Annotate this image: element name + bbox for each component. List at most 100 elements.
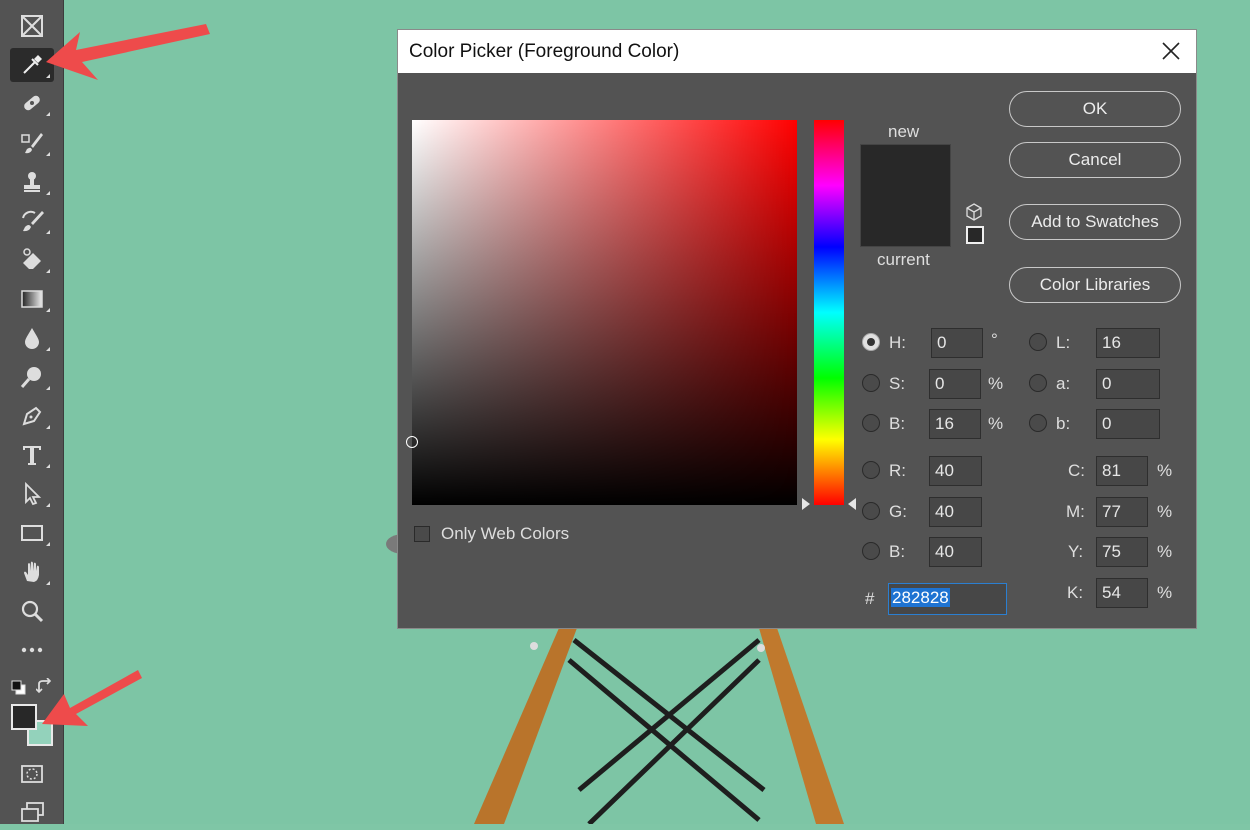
saturation-unit: % [988, 374, 1004, 393]
brightness-field[interactable]: 16 [929, 409, 981, 439]
history-brush-icon [22, 210, 44, 232]
default-colors-button[interactable] [11, 680, 27, 696]
brightness-label: B: [889, 414, 906, 433]
cancel-button[interactable]: Cancel [1009, 142, 1181, 178]
web-safe-swatch-icon[interactable] [966, 226, 984, 244]
screen-mode-button[interactable] [10, 796, 54, 830]
blue-label: B: [889, 542, 906, 561]
current-color-label: current [877, 250, 930, 269]
b-channel-label: b: [1056, 414, 1071, 433]
b-channel-radio[interactable] [1029, 414, 1047, 432]
blue-radio[interactable] [862, 542, 880, 560]
eraser-tool[interactable] [10, 243, 54, 277]
hand-icon [24, 561, 39, 582]
history-brush-tool[interactable] [10, 204, 54, 238]
red-radio[interactable] [862, 461, 880, 479]
annotation-arrow-eyedropper [46, 24, 210, 80]
yellow-label: Y: [1068, 542, 1084, 561]
hue-slider-handle-left[interactable] [800, 497, 812, 511]
a-channel-radio[interactable] [1029, 374, 1047, 392]
black-label: K: [1067, 583, 1084, 602]
dialog-title: Color Picker (Foreground Color) [409, 40, 680, 62]
saturation-radio[interactable] [862, 374, 880, 392]
yellow-field[interactable]: 75 [1096, 537, 1148, 567]
stamp-icon [24, 172, 40, 192]
hue-unit: ° [991, 330, 998, 349]
new-color-swatch [860, 144, 951, 196]
magenta-label: M: [1066, 502, 1085, 521]
brush-tool[interactable] [10, 126, 54, 160]
black-unit: % [1157, 583, 1173, 602]
only-web-colors-checkbox[interactable] [414, 526, 430, 542]
red-label: R: [889, 461, 906, 480]
selection-arrow-icon [25, 481, 42, 506]
only-web-colors-label: Only Web Colors [441, 524, 570, 543]
brush-icon [21, 133, 43, 154]
hex-field[interactable]: 282828 [888, 583, 1007, 615]
color-libraries-button[interactable]: Color Libraries [1009, 267, 1181, 303]
new-color-label: new [888, 122, 920, 141]
current-color-swatch[interactable] [860, 196, 951, 247]
zoom-icon [21, 600, 44, 623]
b-channel-field[interactable]: 0 [1096, 409, 1160, 439]
close-icon[interactable] [1160, 40, 1182, 62]
color-picker-dialog: Color Picker (Foreground Color) new curr… [397, 29, 1197, 629]
blur-tool[interactable] [10, 321, 54, 355]
gradient-icon [21, 290, 43, 308]
default-colors-icon [11, 680, 26, 695]
type-icon [23, 446, 41, 465]
ok-button[interactable]: OK [1009, 91, 1181, 127]
pen-icon [22, 406, 42, 426]
foreground-color-swatch[interactable] [11, 704, 37, 730]
clone-stamp-tool[interactable] [10, 165, 54, 199]
hue-field[interactable]: 0 [931, 328, 983, 358]
dodge-tool[interactable] [10, 360, 54, 394]
hand-tool[interactable] [10, 555, 54, 589]
path-selection-tool[interactable] [10, 477, 54, 511]
eraser-icon [23, 248, 41, 269]
annotation-arrow-foreground [42, 670, 142, 726]
cyan-unit: % [1157, 461, 1173, 480]
color-field-cursor[interactable] [406, 436, 418, 448]
saturation-field[interactable]: 0 [929, 369, 981, 399]
lightness-label: L: [1056, 333, 1071, 352]
magenta-field[interactable]: 77 [1096, 497, 1148, 527]
quick-mask-button[interactable] [10, 757, 54, 791]
saturation-label: S: [889, 374, 906, 393]
dialog-titlebar[interactable]: Color Picker (Foreground Color) [398, 30, 1196, 73]
green-label: G: [889, 502, 907, 521]
quick-mask-icon [21, 765, 43, 783]
green-field[interactable]: 40 [929, 497, 982, 527]
a-channel-field[interactable]: 0 [1096, 369, 1160, 399]
lightness-field[interactable]: 16 [1096, 328, 1160, 358]
dodge-icon [20, 367, 41, 388]
brightness-radio[interactable] [862, 414, 880, 432]
black-field[interactable]: 54 [1096, 578, 1148, 608]
blue-field[interactable]: 40 [929, 537, 982, 567]
cyan-field[interactable]: 81 [1096, 456, 1148, 486]
add-to-swatches-button[interactable]: Add to Swatches [1009, 204, 1181, 240]
screen-mode-icon [21, 802, 44, 822]
green-radio[interactable] [862, 502, 880, 520]
type-tool[interactable] [10, 438, 54, 472]
red-field[interactable]: 40 [929, 456, 982, 486]
zoom-tool[interactable] [10, 594, 54, 628]
hue-slider-handle-right[interactable] [846, 497, 858, 511]
hue-radio[interactable] [862, 333, 880, 351]
print-gamut-cube-icon[interactable] [964, 202, 984, 222]
more-icon [21, 647, 43, 653]
healing-brush-tool[interactable] [10, 86, 54, 120]
drop-icon [25, 328, 39, 349]
gradient-tool[interactable] [10, 282, 54, 316]
pen-tool[interactable] [10, 399, 54, 433]
rectangle-tool[interactable] [10, 516, 54, 550]
hex-label: # [865, 589, 875, 608]
rectangle-icon [21, 525, 43, 541]
a-channel-label: a: [1056, 374, 1071, 393]
lightness-radio[interactable] [1029, 333, 1047, 351]
color-field[interactable] [406, 120, 797, 505]
bandage-icon [24, 95, 40, 111]
cyan-label: C: [1068, 461, 1085, 480]
more-tools-button[interactable] [10, 633, 54, 667]
hue-slider[interactable] [814, 120, 844, 505]
